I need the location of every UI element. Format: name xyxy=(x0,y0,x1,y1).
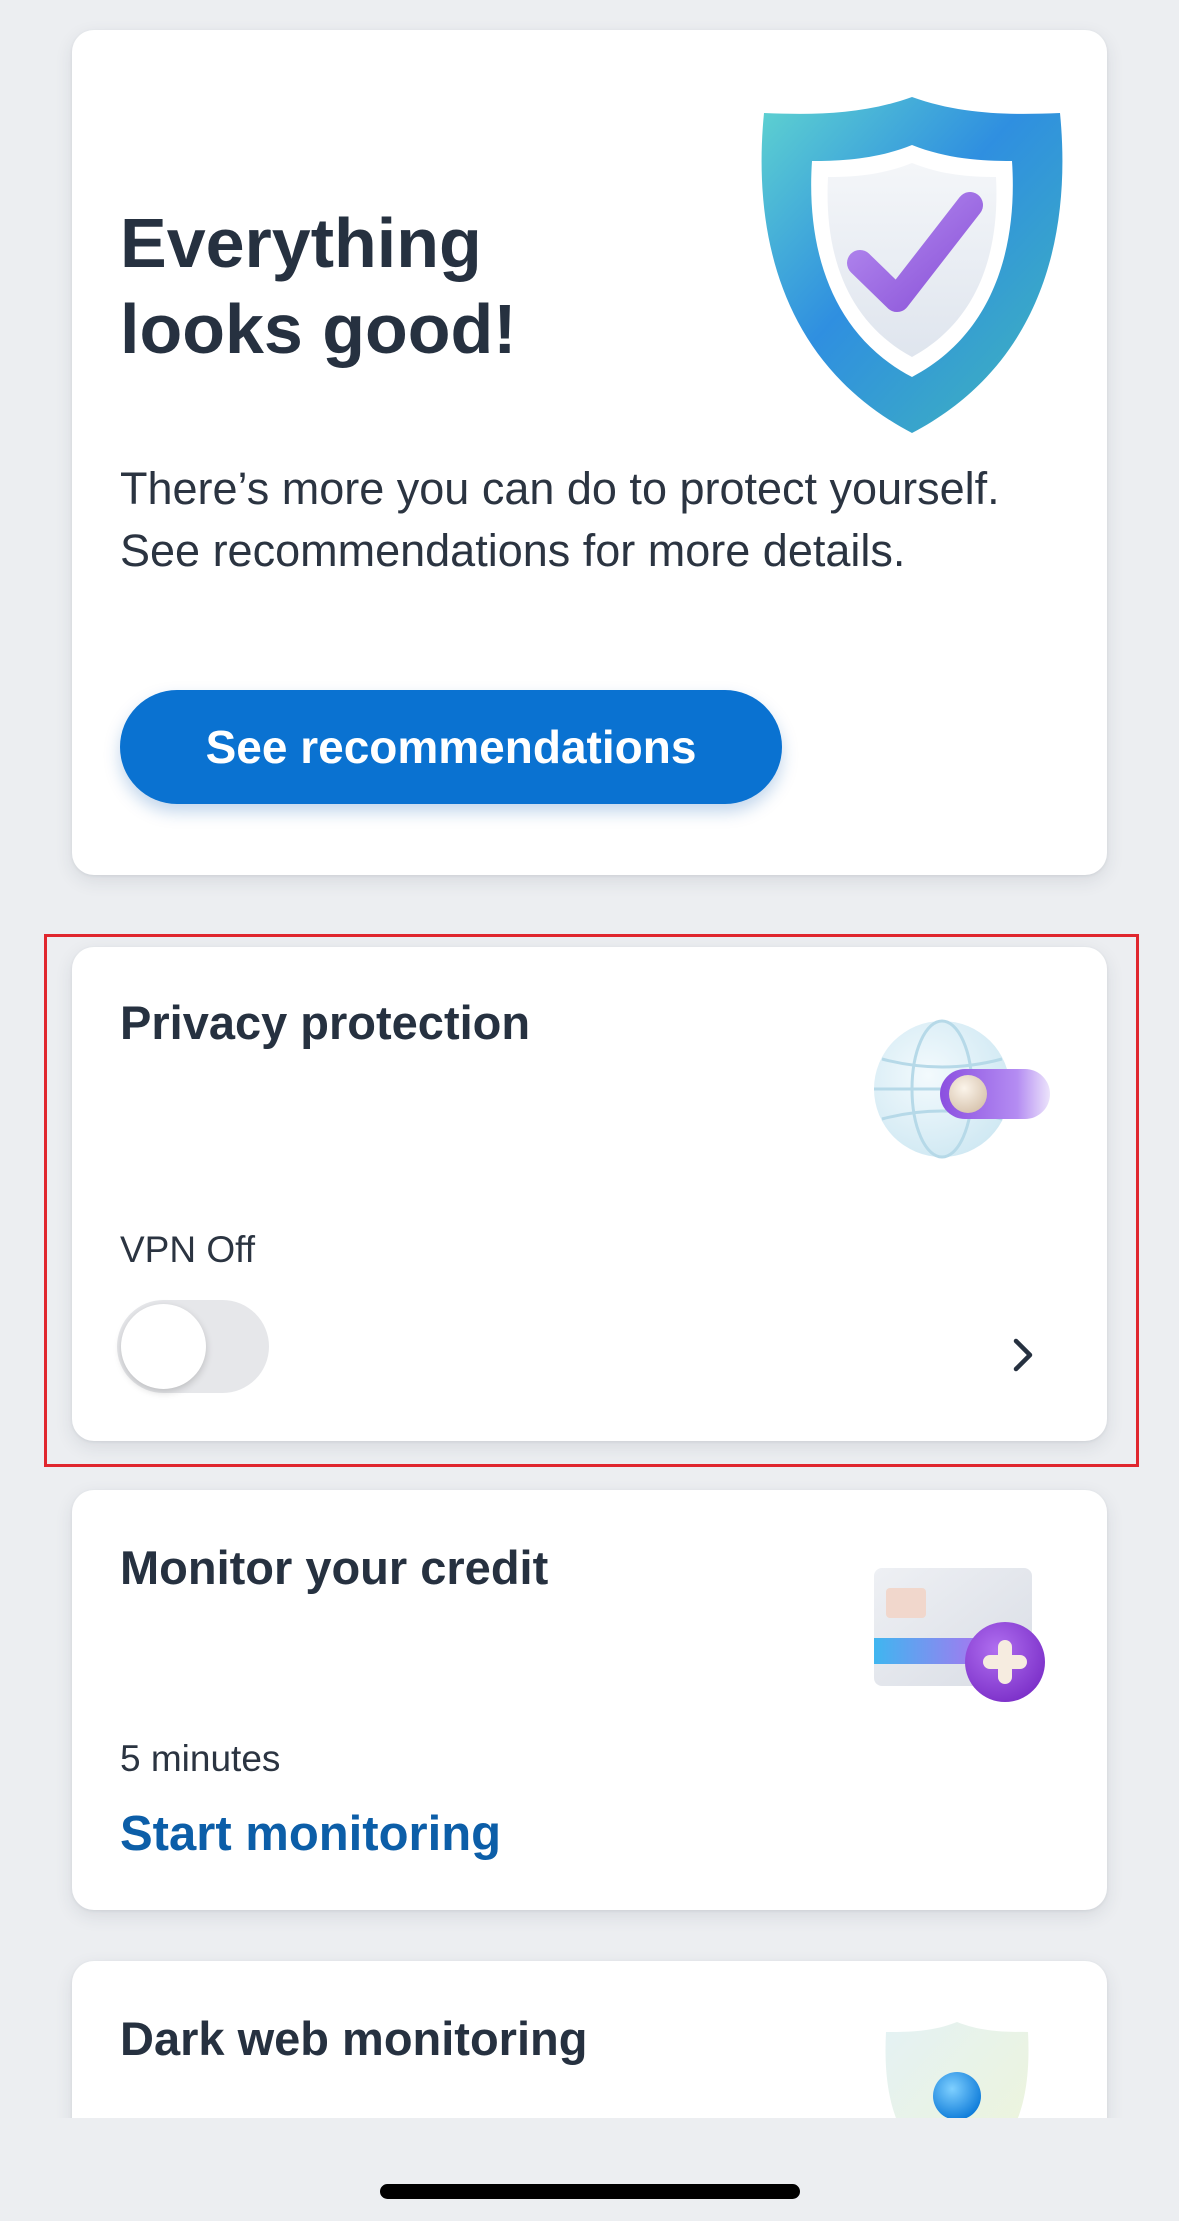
dark-web-monitoring-title: Dark web monitoring xyxy=(120,2012,588,2065)
credit-time-estimate: 5 minutes xyxy=(120,1738,281,1779)
start-monitoring-link[interactable]: Start monitoring xyxy=(120,1806,501,1862)
vpn-toggle[interactable] xyxy=(117,1300,269,1393)
status-description: There’s more you can do to protect yours… xyxy=(120,463,1000,576)
privacy-protection-card[interactable]: Privacy protection VPN Off xyxy=(72,947,1107,1441)
see-recommendations-button[interactable]: See recommendations xyxy=(120,690,782,804)
status-card: Everything looks good! There’s more you … xyxy=(72,30,1107,875)
shield-check-icon xyxy=(761,97,1063,433)
screen: Everything looks good! There’s more you … xyxy=(0,0,1179,2221)
monitor-credit-card: Monitor your credit 5 minutes Start moni… xyxy=(72,1490,1107,1910)
credit-card-plus-icon xyxy=(874,1568,1045,1702)
bottom-bar xyxy=(0,2118,1179,2221)
globe-toggle-icon xyxy=(874,1019,1050,1159)
home-indicator[interactable] xyxy=(380,2184,800,2199)
chevron-right-icon[interactable] xyxy=(1008,1335,1038,1375)
vpn-toggle-knob xyxy=(121,1304,206,1389)
privacy-protection-title: Privacy protection xyxy=(120,996,531,1049)
status-title: Everything looks good! xyxy=(120,204,517,368)
monitor-credit-title: Monitor your credit xyxy=(120,1541,549,1594)
vpn-status-label: VPN Off xyxy=(120,1229,256,1270)
